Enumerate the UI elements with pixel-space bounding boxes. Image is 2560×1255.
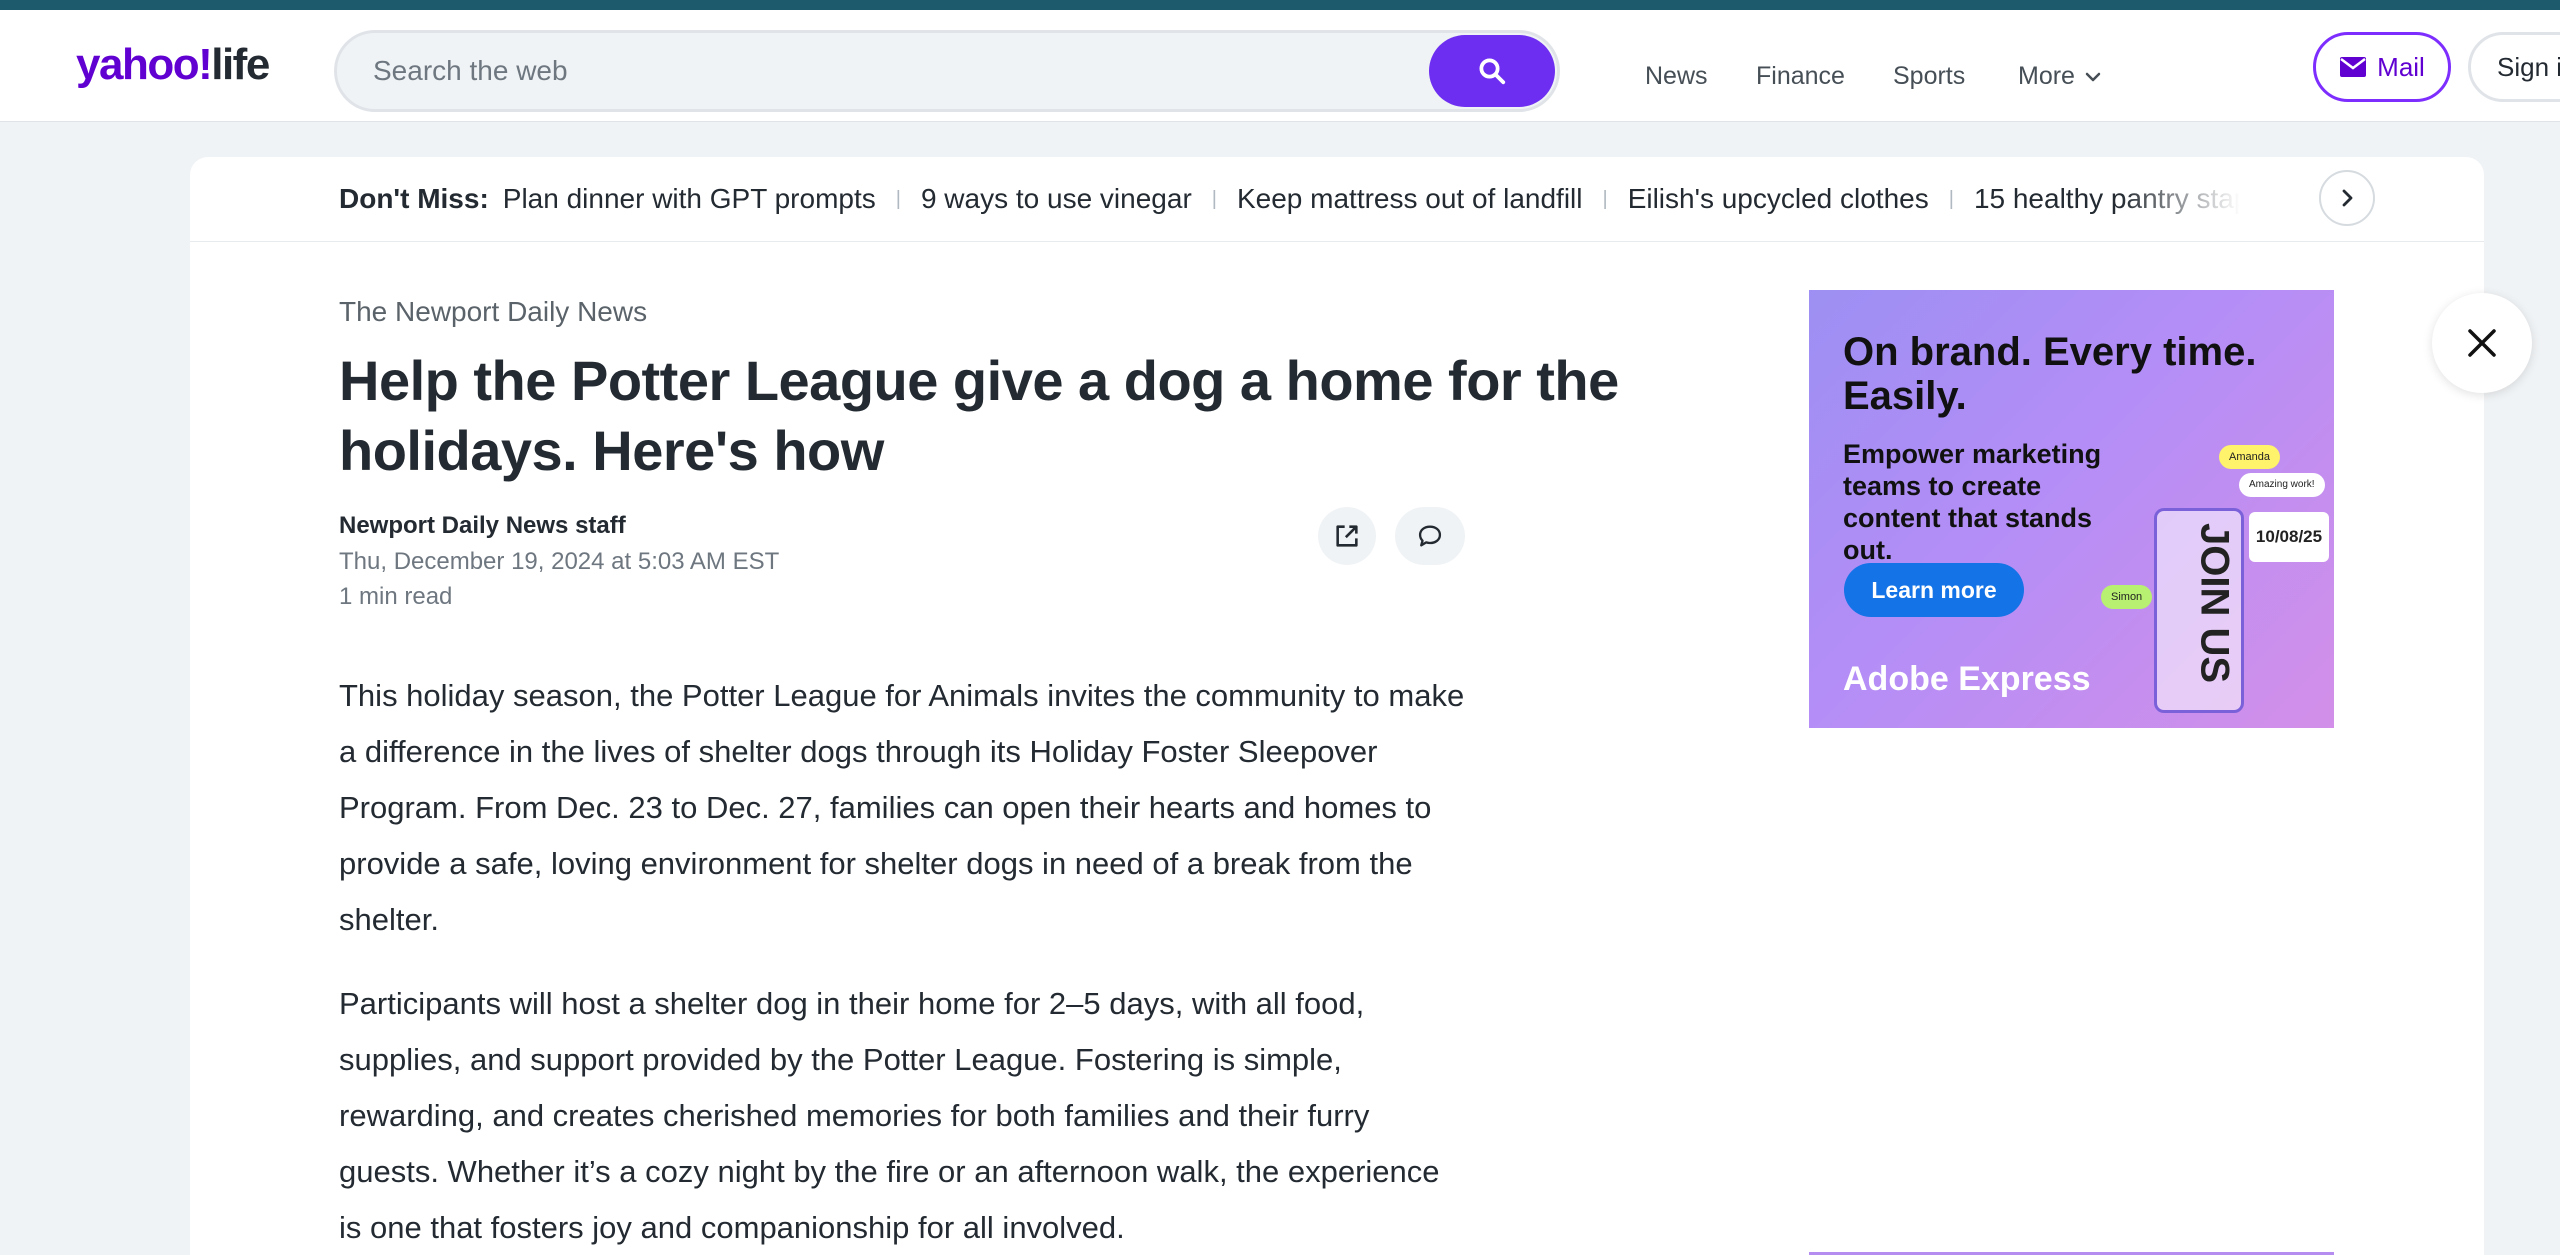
search-button[interactable] xyxy=(1429,35,1555,107)
dont-miss-row: Don't Miss: Plan dinner with GPT prompts… xyxy=(339,179,2239,219)
comment-icon xyxy=(1418,525,1442,547)
read-time: 1 min read xyxy=(339,583,453,610)
dont-miss-link[interactable]: Plan dinner with GPT prompts xyxy=(503,183,876,215)
nav-news[interactable]: News xyxy=(1645,62,1708,91)
article-headline: Help the Potter League give a dog a home… xyxy=(339,349,1619,482)
nav-finance[interactable]: Finance xyxy=(1756,62,1845,91)
search-input[interactable] xyxy=(373,51,1373,91)
chevron-right-icon xyxy=(2342,189,2353,207)
nav-more[interactable]: More xyxy=(2018,62,2103,91)
dont-miss-next-button[interactable] xyxy=(2319,170,2375,226)
share-button[interactable] xyxy=(1318,507,1376,565)
ad-subtext: Empower marketing teams to create conten… xyxy=(1843,439,2102,565)
article-paragraph: This holiday season, the Potter League f… xyxy=(339,678,1465,937)
separator: | xyxy=(1948,187,1954,210)
close-ad-button[interactable] xyxy=(2432,293,2532,393)
ad-chip-simon: Simon xyxy=(2101,585,2153,609)
logo-sub: life xyxy=(211,40,270,89)
dont-miss-link[interactable]: Keep mattress out of landfill xyxy=(1237,183,1583,215)
nav-sports[interactable]: Sports xyxy=(1893,62,1965,91)
chevron-down-icon xyxy=(2085,72,2101,81)
dont-miss-link[interactable]: 9 ways to use vinegar xyxy=(921,183,1192,215)
ad-brand-name: Adobe Express xyxy=(1843,660,2091,698)
comments-button[interactable] xyxy=(1395,507,1465,565)
dont-miss-label: Don't Miss: xyxy=(339,183,489,214)
separator: | xyxy=(895,187,901,210)
ad-date-card: 10/08/25 xyxy=(2249,512,2329,562)
top-accent-strip xyxy=(0,0,2560,10)
advertisement[interactable]: On brand. Every time. Easily. Empower ma… xyxy=(1809,290,2334,728)
yahoo-life-logo[interactable]: yahoo!life xyxy=(76,40,270,90)
mail-icon xyxy=(2340,57,2367,77)
search-bar xyxy=(334,30,1560,112)
ad-chip-amanda: Amanda xyxy=(2219,445,2280,469)
article-author: Newport Daily News staff xyxy=(339,512,626,539)
mail-button[interactable]: Mail xyxy=(2313,32,2451,102)
close-icon xyxy=(2468,329,2496,357)
separator: | xyxy=(1602,187,1608,210)
article-date: Thu, December 19, 2024 at 5:03 AM EST xyxy=(339,548,780,575)
sign-in-button[interactable]: Sign in xyxy=(2468,32,2560,102)
ad-headline: On brand. Every time. Easily. xyxy=(1843,330,2257,418)
ad-join-text: JOIN US xyxy=(2192,522,2237,684)
ad-chip-amazing: Amazing work! xyxy=(2239,473,2325,497)
nav-more-label: More xyxy=(2018,62,2075,90)
separator: | xyxy=(1211,187,1217,210)
publisher-name[interactable]: The Newport Daily News xyxy=(339,296,647,328)
dont-miss-bar: Don't Miss: Plan dinner with GPT prompts… xyxy=(190,157,2484,242)
ad-learn-more-button[interactable]: Learn more xyxy=(1844,563,2024,617)
mail-label: Mail xyxy=(2377,51,2425,82)
site-header: yahoo!life News Finance Sports More Mail… xyxy=(0,10,2560,122)
dont-miss-fade xyxy=(2120,175,2240,223)
share-icon xyxy=(1336,525,1358,547)
dont-miss-link[interactable]: Eilish's upcycled clothes xyxy=(1628,183,1929,215)
logo-main: yahoo! xyxy=(76,40,213,89)
article-paragraph: Participants will host a shelter dog in … xyxy=(339,986,1440,1245)
search-icon xyxy=(1479,58,1506,85)
